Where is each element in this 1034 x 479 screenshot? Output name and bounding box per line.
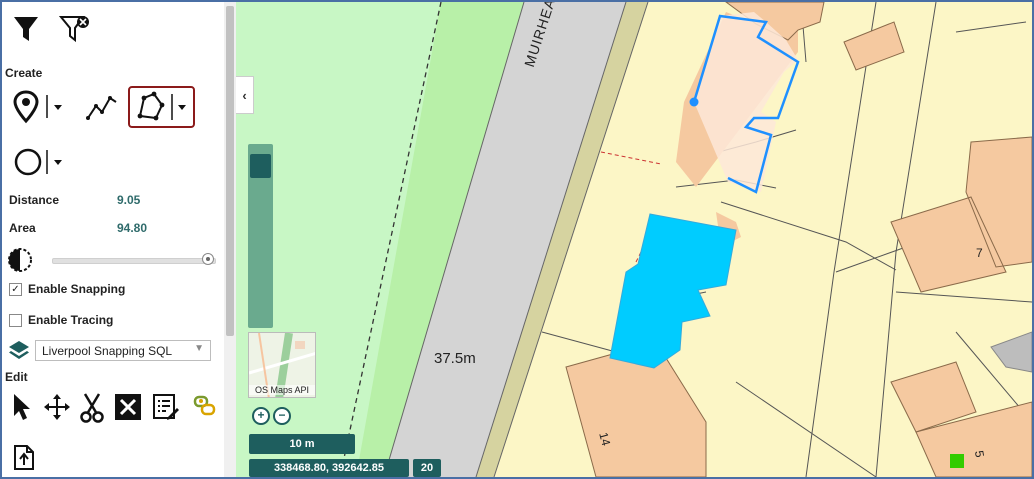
contrast-icon	[8, 248, 32, 272]
tracing-checkbox[interactable]	[9, 314, 22, 327]
map-canvas[interactable]: MUIRHEAD AVE 37.5m 7 14 5	[236, 2, 1032, 477]
distance-label: Distance	[9, 193, 60, 207]
link-icon[interactable]	[192, 393, 218, 421]
circle-icon[interactable]	[14, 146, 66, 178]
move-icon[interactable]	[42, 392, 72, 422]
snapping-label: Enable Snapping	[28, 282, 126, 296]
opacity-slider-track[interactable]	[52, 258, 216, 264]
zoom-in-button[interactable]: +	[252, 407, 270, 425]
map-pin-icon[interactable]	[12, 90, 68, 124]
green-marker	[950, 454, 964, 468]
tool-panel: Create Distance 9.05 Area 94.80 ✓ Enable…	[2, 2, 224, 477]
map-svg	[236, 2, 1032, 477]
distance-value: 9.05	[117, 193, 141, 207]
snapping-layer-select[interactable]: Liverpool Snapping SQL ▼	[35, 340, 211, 361]
area-label: Area	[9, 221, 36, 235]
collapse-panel-button[interactable]: ‹	[236, 76, 254, 114]
polyline-icon[interactable]	[84, 92, 120, 122]
chevron-down-icon: ▼	[194, 343, 204, 354]
coordinate-readout: 338468.80, 392642.85	[249, 459, 409, 477]
create-section-label: Create	[5, 66, 43, 80]
height-label: 37.5m	[434, 350, 476, 367]
house-number-7: 7	[976, 246, 983, 260]
export-icon[interactable]	[12, 442, 36, 472]
area-value: 94.80	[117, 221, 148, 235]
delete-icon[interactable]	[114, 393, 142, 421]
polygon-icon[interactable]	[132, 89, 192, 125]
edit-list-icon[interactable]	[152, 393, 180, 421]
layers-icon	[9, 341, 29, 359]
scale-bar: 10 m	[249, 434, 355, 454]
cursor-icon[interactable]	[10, 392, 34, 422]
filter-clear-icon[interactable]	[59, 12, 91, 44]
filter-icon[interactable]	[12, 14, 40, 44]
zoom-level-readout: 20	[413, 459, 441, 477]
panel-scrollbar[interactable]	[224, 2, 236, 477]
scissors-icon[interactable]	[79, 392, 105, 424]
panel-scrollbar-thumb[interactable]	[226, 6, 234, 336]
zoom-out-button[interactable]: −	[273, 407, 291, 425]
edit-section-label: Edit	[5, 370, 28, 384]
tracing-label: Enable Tracing	[28, 313, 114, 327]
snapping-checkbox[interactable]: ✓	[9, 283, 22, 296]
opacity-slider-handle[interactable]	[202, 253, 214, 265]
basemap-label: OS Maps API	[249, 385, 315, 395]
sketch-vertex-handle[interactable]	[689, 97, 699, 107]
scale-label: 10 m	[289, 438, 315, 450]
basemap-switcher[interactable]: OS Maps API	[248, 332, 316, 398]
app-frame: Create Distance 9.05 Area 94.80 ✓ Enable…	[0, 0, 1034, 479]
zoom-slider-handle[interactable]	[250, 154, 271, 178]
snapping-layer-value: Liverpool Snapping SQL	[42, 344, 173, 358]
